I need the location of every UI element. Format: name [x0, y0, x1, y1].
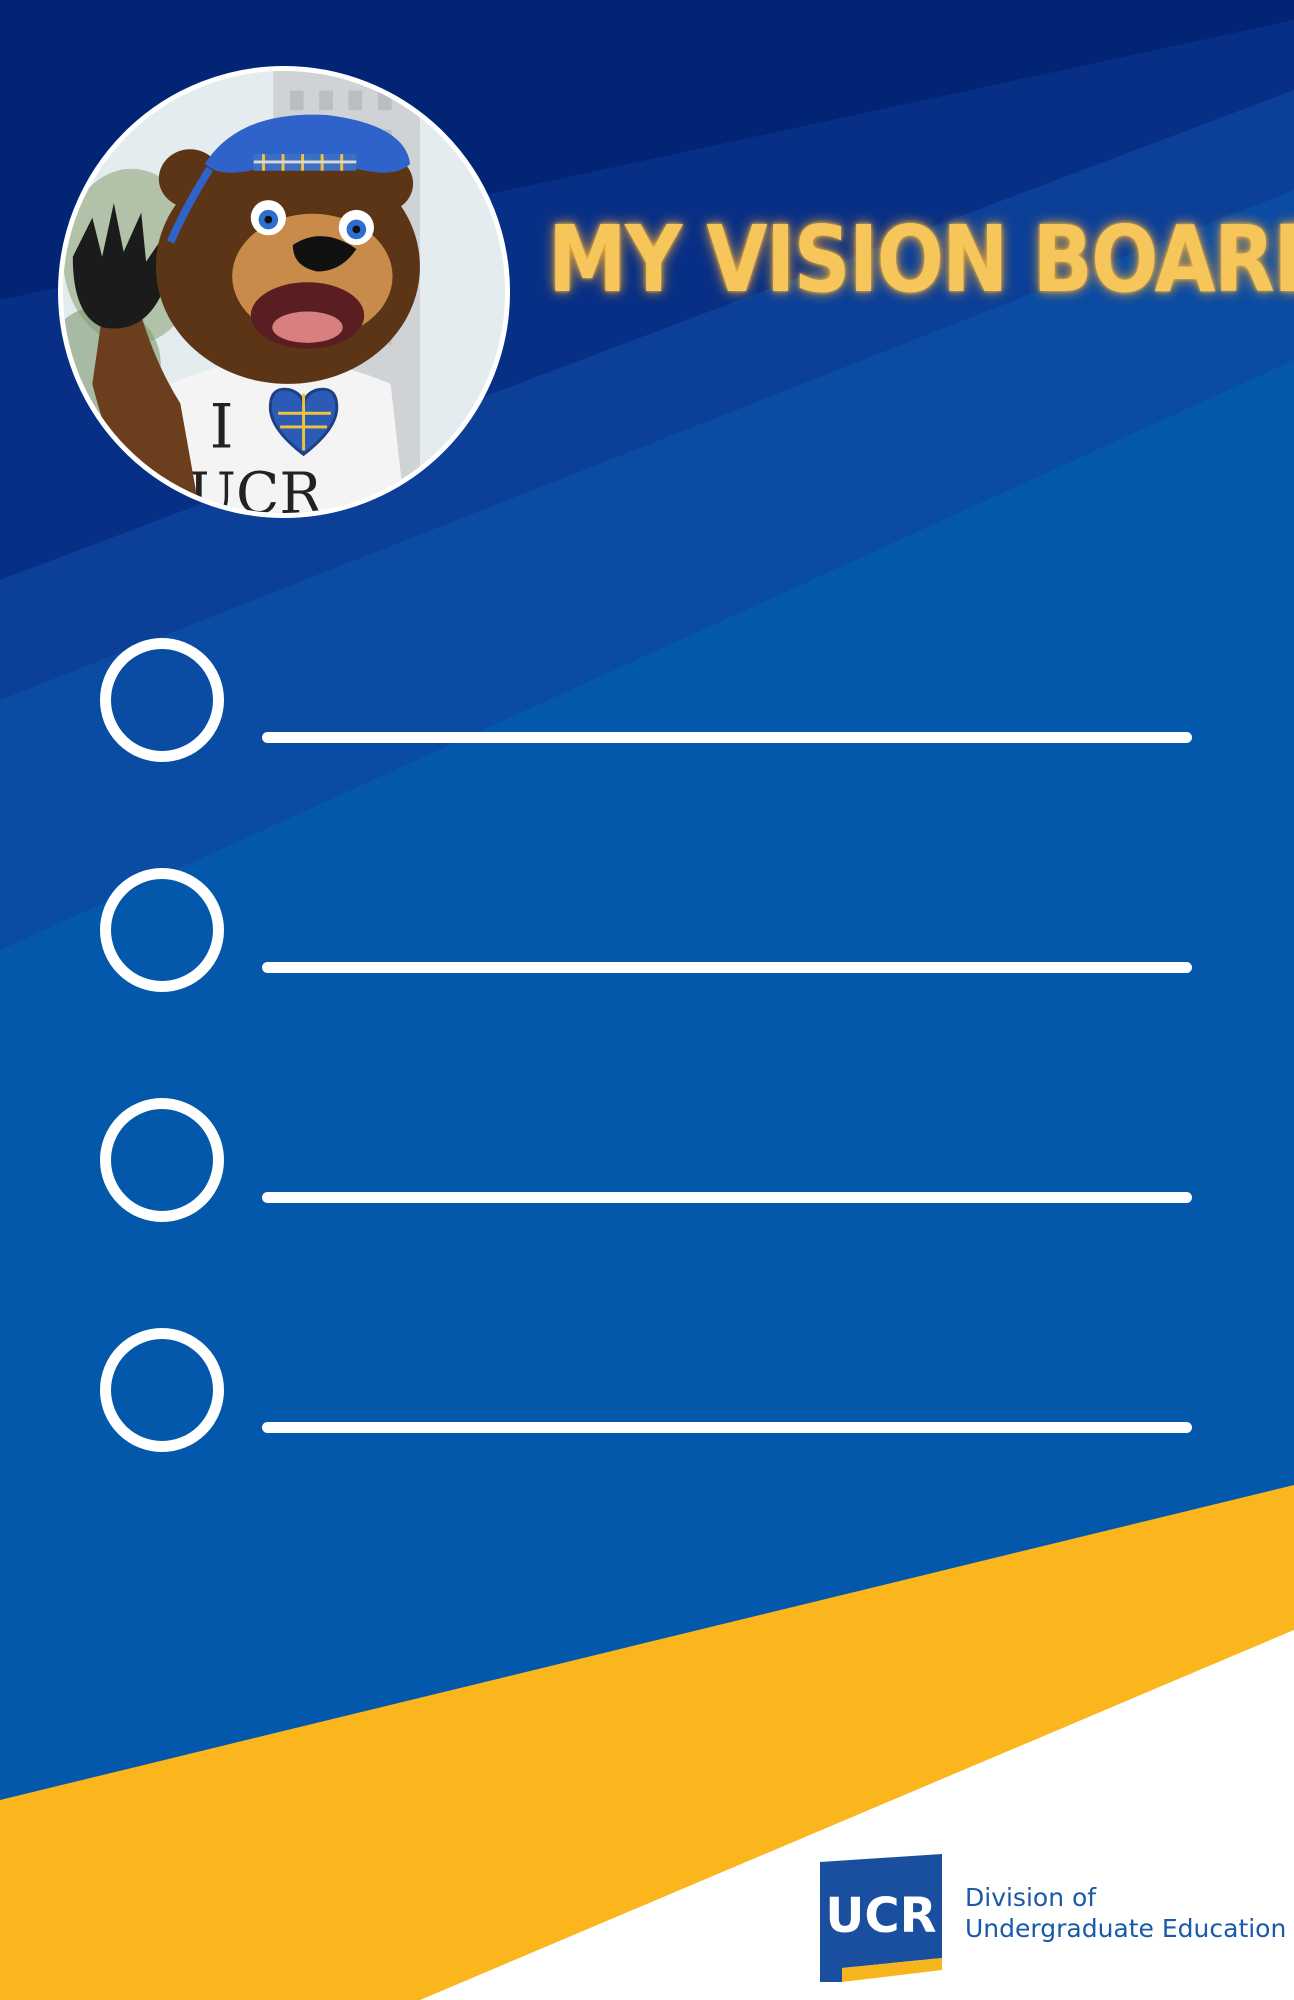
ucr-logo-mark: UCR — [820, 1854, 942, 1982]
write-line-3[interactable] — [262, 1192, 1192, 1203]
logo-text-line1: Division of — [965, 1883, 1097, 1912]
ucr-division-logo: UCR Division of Undergraduate Education — [820, 1854, 1286, 1984]
checkbox-circle-1[interactable] — [100, 638, 224, 762]
checkbox-circle-2[interactable] — [100, 868, 224, 992]
checklist-item-3 — [100, 1098, 1200, 1228]
write-line-4[interactable] — [262, 1422, 1192, 1433]
checkbox-circle-3[interactable] — [100, 1098, 224, 1222]
write-line-1[interactable] — [262, 732, 1192, 743]
checklist — [0, 0, 1294, 2000]
logo-mark-text: UCR — [825, 1888, 936, 1944]
checklist-item-4 — [100, 1328, 1200, 1458]
checklist-item-2 — [100, 868, 1200, 998]
write-line-2[interactable] — [262, 962, 1192, 973]
logo-text-line2: Undergraduate Education — [965, 1914, 1287, 1943]
checklist-item-1 — [100, 638, 1200, 768]
logo-text: Division of Undergraduate Education — [965, 1882, 1286, 1944]
checkbox-circle-4[interactable] — [100, 1328, 224, 1452]
vision-board-page: I UCR MY VISION BOARD UCR Division of Un… — [0, 0, 1294, 2000]
